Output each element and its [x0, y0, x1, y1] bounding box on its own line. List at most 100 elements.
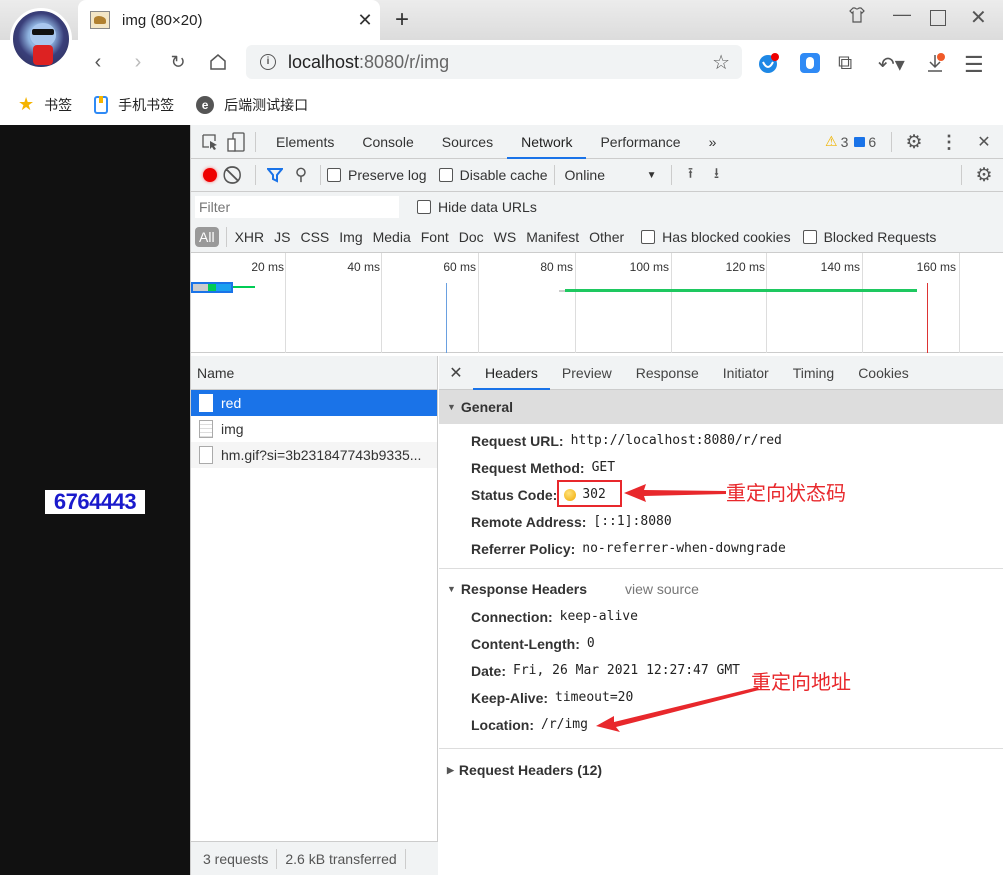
bookmark-star-icon[interactable]: ☆ — [712, 50, 730, 75]
tick-label: 80 ms — [540, 260, 573, 274]
skin-icon[interactable] — [848, 6, 866, 29]
request-name: img — [221, 421, 244, 437]
tab-title: img (80×20) — [122, 11, 203, 29]
filter-row: Hide data URLs — [191, 192, 1003, 222]
type-font[interactable]: Font — [416, 229, 454, 245]
back-icon[interactable]: ‹ — [84, 48, 112, 76]
settings-gear-icon[interactable]: ⚙ — [901, 129, 927, 155]
more-tabs-button[interactable]: » — [695, 125, 731, 159]
close-window-icon[interactable]: ✕ — [970, 5, 987, 30]
type-other[interactable]: Other — [584, 229, 629, 245]
message-icon — [854, 136, 866, 147]
undo-history-icon[interactable]: ↶▾ — [878, 52, 908, 76]
filter-input[interactable] — [195, 196, 399, 218]
type-img[interactable]: Img — [334, 229, 367, 245]
response-headers-section-header[interactable]: ▼ Response Headers view source — [439, 575, 1003, 603]
import-har-icon[interactable]: ⭱ — [678, 162, 704, 188]
type-xhr[interactable]: XHR — [230, 229, 270, 245]
has-blocked-cookies-checkbox[interactable]: Has blocked cookies — [641, 229, 791, 245]
close-devtools-icon[interactable]: ✕ — [971, 129, 997, 155]
type-js[interactable]: JS — [269, 229, 295, 245]
blocked-requests-checkbox[interactable]: Blocked Requests — [802, 229, 937, 245]
home-icon[interactable] — [204, 48, 232, 76]
tab-performance[interactable]: Performance — [586, 125, 694, 159]
tab-elements[interactable]: Elements — [262, 125, 348, 159]
tab-preview[interactable]: Preview — [550, 356, 624, 390]
throttling-select[interactable]: Online ▼ — [565, 167, 657, 183]
network-overview-timeline[interactable]: 20 ms 40 ms 60 ms 80 ms 100 ms 120 ms 14… — [191, 253, 1003, 353]
address-bar[interactable]: i localhost:8080/r/img ☆ — [246, 45, 742, 79]
bookmark-label: 书签 — [44, 96, 73, 113]
type-ws[interactable]: WS — [489, 229, 522, 245]
tab-response[interactable]: Response — [624, 356, 711, 390]
blocked-requests-label: Blocked Requests — [823, 229, 937, 245]
downloads-icon[interactable] — [925, 52, 947, 74]
request-row-img[interactable]: img — [191, 416, 437, 442]
network-toolbar: ⃠ ⚲ Preserve log Disable cache Online ▼ ⭱… — [191, 159, 1003, 192]
type-doc[interactable]: Doc — [454, 229, 489, 245]
preserve-log-label: Preserve log — [348, 167, 427, 183]
browser-tab[interactable]: img (80×20) ✕ — [78, 0, 380, 40]
tab-timing[interactable]: Timing — [781, 356, 847, 390]
tab-headers[interactable]: Headers — [473, 356, 550, 390]
close-detail-icon[interactable]: ✕ — [439, 363, 473, 383]
filter-icon[interactable] — [262, 162, 288, 188]
request-list: Name red img hm.gif?si=3b231847743b9335.… — [191, 356, 438, 875]
clear-icon[interactable]: ⃠ — [223, 162, 249, 188]
bookmark-item[interactable]: e 后端测试接口 — [196, 95, 308, 115]
request-row-hm-gif[interactable]: hm.gif?si=3b231847743b9335... — [191, 442, 437, 468]
view-source-link[interactable]: view source — [625, 581, 699, 597]
header-row: Connection: keep-alive — [439, 603, 1003, 630]
header-value: Fri, 26 Mar 2021 12:27:47 GMT — [513, 663, 740, 678]
record-button[interactable] — [197, 162, 223, 188]
warning-icon: ⚠ — [825, 133, 838, 149]
disable-cache-checkbox[interactable]: Disable cache — [438, 167, 548, 183]
type-css[interactable]: CSS — [295, 229, 334, 245]
maximize-icon[interactable] — [930, 10, 946, 26]
extension-vpn-icon[interactable] — [758, 52, 780, 74]
tab-cookies[interactable]: Cookies — [846, 356, 921, 390]
url-host: localhost — [288, 51, 360, 72]
phone-bookmark-icon — [94, 95, 109, 114]
site-info-icon[interactable]: i — [260, 54, 276, 70]
header-row: Request Method: GET — [439, 454, 1003, 481]
type-manifest[interactable]: Manifest — [521, 229, 584, 245]
tab-sources[interactable]: Sources — [428, 125, 507, 159]
tomcat-favicon-icon — [90, 11, 110, 29]
more-options-icon[interactable]: ⋮ — [936, 129, 962, 155]
bookmark-item[interactable]: ★ 书签 — [18, 94, 72, 115]
header-value: no-referrer-when-downgrade — [582, 541, 786, 556]
issues-counter[interactable]: ⚠ 3 6 — [825, 133, 876, 150]
reload-icon[interactable]: ↻ — [164, 48, 192, 76]
extension-mouse-icon[interactable] — [799, 52, 821, 74]
devtools-tab-bar: Elements Console Sources Network Perform… — [191, 125, 1003, 159]
menu-icon[interactable]: ☰ — [964, 52, 986, 77]
tick-label: 120 ms — [725, 260, 765, 274]
export-har-icon[interactable]: ⭳ — [704, 162, 730, 188]
network-settings-icon[interactable]: ⚙ — [971, 162, 997, 188]
bookmark-item[interactable]: 手机书签 — [94, 95, 174, 115]
minimize-icon[interactable]: — — [893, 4, 911, 25]
close-tab-icon[interactable]: ✕ — [350, 10, 380, 31]
extensions-puzzle-icon[interactable]: ⧉ — [838, 52, 860, 74]
header-key: Keep-Alive: — [471, 689, 549, 706]
type-media[interactable]: Media — [368, 229, 416, 245]
status-code-highlight-box — [557, 480, 622, 507]
tab-initiator[interactable]: Initiator — [711, 356, 781, 390]
type-all[interactable]: All — [195, 227, 219, 247]
search-icon[interactable]: ⚲ — [288, 162, 314, 188]
general-section-header[interactable]: ▼ General — [439, 390, 1003, 424]
name-column-header[interactable]: Name — [191, 356, 437, 390]
profile-avatar[interactable] — [10, 8, 72, 70]
has-blocked-cookies-label: Has blocked cookies — [662, 229, 791, 245]
request-row-red[interactable]: red — [191, 390, 437, 416]
inspect-element-icon[interactable] — [197, 129, 223, 155]
request-headers-section-header[interactable]: ▶ Request Headers (12) — [439, 755, 1003, 785]
tab-console[interactable]: Console — [348, 125, 427, 159]
tab-network[interactable]: Network — [507, 125, 587, 159]
new-tab-icon[interactable]: + — [395, 6, 409, 34]
hide-data-urls-checkbox[interactable]: Hide data URLs — [417, 199, 537, 215]
preserve-log-checkbox[interactable]: Preserve log — [327, 167, 427, 183]
device-toolbar-icon[interactable] — [223, 129, 249, 155]
forward-icon[interactable]: › — [124, 48, 152, 76]
